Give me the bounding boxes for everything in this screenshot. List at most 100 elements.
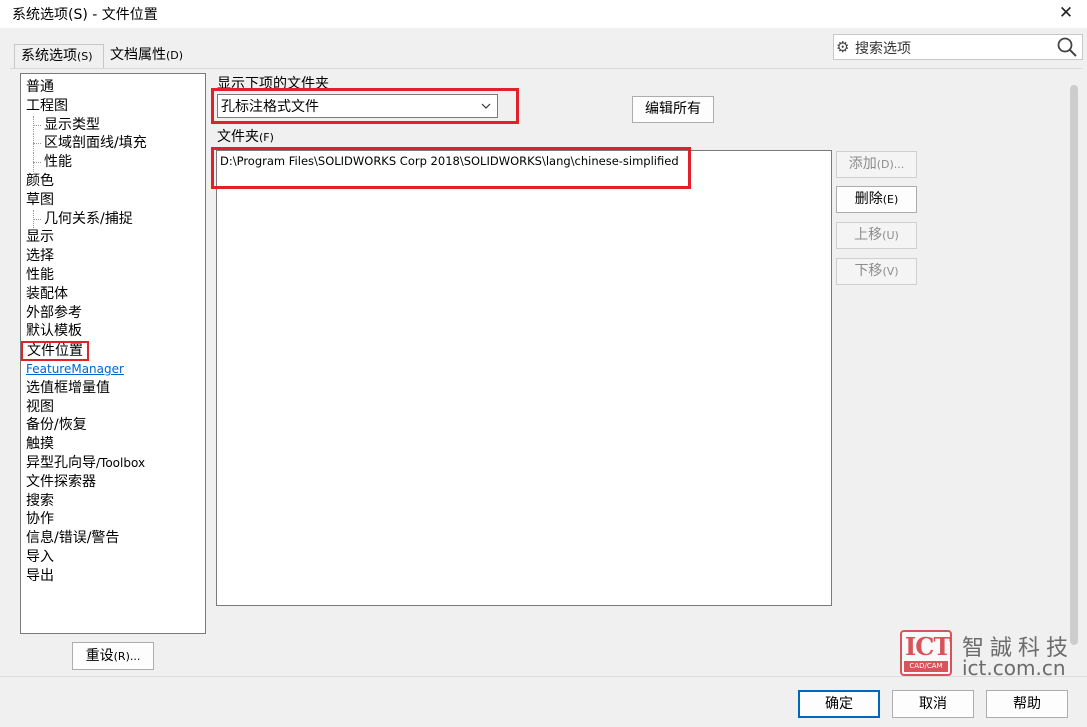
add-button[interactable]: 添加(D)...: [836, 151, 917, 178]
search-icon[interactable]: [1056, 36, 1078, 58]
tree-item[interactable]: 几何关系/捕捉: [21, 209, 205, 229]
tree-item[interactable]: 选值框增量值: [21, 379, 205, 398]
watermark: ICT CAD/CAM 智誠科技 ict.com.cn: [900, 628, 1080, 683]
search-placeholder: 搜索选项: [855, 41, 911, 57]
chevron-down-icon[interactable]: [478, 95, 494, 117]
reset-label: 重设: [85, 648, 114, 664]
edit-all-button[interactable]: 编辑所有: [632, 96, 714, 123]
tab-document-properties[interactable]: 文档属性(D): [104, 44, 190, 68]
tree-item-suffix: /Toolbox: [96, 455, 146, 470]
tree-item[interactable]: FeatureManager: [21, 360, 205, 379]
move-down-label: 下移: [854, 263, 883, 279]
tree-item-label: 颜色: [26, 172, 54, 189]
tree-item-label: 几何关系/捕捉: [44, 210, 133, 227]
tree-item-label: 导入: [26, 548, 54, 565]
close-icon[interactable]: ✕: [1055, 2, 1077, 24]
move-up-hotkey: (U): [882, 229, 899, 242]
folder-type-value: 孔标注格式文件: [221, 99, 319, 115]
tree-item[interactable]: 导入: [21, 548, 205, 567]
tree-item-label: 备份/恢复: [26, 417, 87, 434]
tree-item[interactable]: 导出: [21, 567, 205, 586]
tree-item[interactable]: 信息/错误/警告: [21, 529, 205, 548]
gear-icon[interactable]: ⚙: [836, 37, 854, 57]
tree-item[interactable]: 区域剖面线/填充: [21, 134, 205, 153]
tree-item[interactable]: 性能: [21, 153, 205, 172]
tree-item-label: 性能: [44, 154, 72, 171]
reset-hotkey: (R)...: [113, 650, 141, 663]
tree-item[interactable]: 普通: [21, 78, 205, 97]
tree-item[interactable]: 异型孔向导/Toolbox: [21, 454, 205, 473]
scrollbar-thumb[interactable]: [1070, 85, 1078, 645]
tab-label: 文档属性: [110, 47, 166, 63]
watermark-logo-text: ICT: [905, 632, 951, 661]
tree-item-label: 文件探索器: [26, 473, 96, 490]
move-down-button[interactable]: 下移(V): [836, 258, 917, 285]
tree-item[interactable]: 默认模板: [21, 322, 205, 341]
tree-item-label: 信息/错误/警告: [26, 530, 120, 547]
delete-hotkey: (E): [882, 193, 899, 206]
ok-button[interactable]: 确定: [798, 690, 880, 718]
tree-item[interactable]: 显示: [21, 228, 205, 247]
tree-item[interactable]: 性能: [21, 266, 205, 285]
tree-item-label: 工程图: [26, 97, 68, 114]
folder-hotkey: (F): [259, 131, 274, 144]
tab-system-options[interactable]: 系统选项(S): [14, 44, 104, 68]
tree-item[interactable]: 装配体: [21, 285, 205, 304]
tree-item-label: 普通: [26, 79, 54, 95]
tree-item[interactable]: 工程图: [21, 97, 205, 116]
tree-item-label: 选择: [26, 248, 54, 265]
folder-label-text: 文件夹: [217, 129, 259, 145]
delete-label: 删除: [854, 191, 883, 207]
help-button[interactable]: 帮助: [986, 690, 1068, 718]
tree-item-label: 区域剖面线/填充: [44, 135, 147, 152]
add-label: 添加: [848, 156, 877, 172]
tab-label: 系统选项: [21, 48, 77, 64]
watermark-logo: ICT CAD/CAM: [900, 630, 952, 676]
tree-item-label: 外部参考: [26, 304, 82, 321]
tree-item-label: 性能: [26, 266, 54, 283]
search-options-input[interactable]: ⚙ 搜索选项: [833, 34, 1083, 60]
move-up-button[interactable]: 上移(U): [836, 222, 917, 249]
tree-item[interactable]: 颜色: [21, 172, 205, 191]
tree-item-label: 触摸: [26, 436, 54, 453]
tree-item[interactable]: 显示类型: [21, 115, 205, 135]
window-title: 系统选项(S) - 文件位置: [12, 7, 158, 23]
tree-item[interactable]: 备份/恢复: [21, 416, 205, 435]
tree-item[interactable]: 文件探索器: [21, 473, 205, 492]
tree-item-label: 默认模板: [26, 323, 82, 340]
tree-item-label: 异型孔向导: [26, 454, 96, 471]
tree-item[interactable]: 外部参考: [21, 304, 205, 323]
folder-type-select[interactable]: 孔标注格式文件: [217, 94, 498, 118]
tree-item-label: 草图: [26, 191, 54, 208]
folder-list[interactable]: D:\Program Files\SOLIDWORKS Corp 2018\SO…: [216, 150, 832, 606]
tree-item-label: 装配体: [26, 285, 68, 302]
move-down-hotkey: (V): [882, 265, 899, 278]
tree-item[interactable]: 协作: [21, 510, 205, 529]
tab-hotkey: (S): [77, 50, 93, 63]
folder-highlight: [211, 147, 691, 189]
scrollbar[interactable]: [1066, 75, 1082, 673]
cancel-button[interactable]: 取消: [892, 690, 974, 718]
tree-item-label: 选值框增量值: [26, 379, 110, 396]
folder-label: 文件夹(F): [217, 126, 274, 146]
tree-item[interactable]: 草图: [21, 191, 205, 210]
tree-item-label: 文件位置: [21, 341, 89, 362]
tree-item-label: 显示类型: [44, 116, 100, 133]
options-tree[interactable]: 普通 工程图 显示类型 区域剖面线/填充 性能 颜色 草图 几何关系/捕捉 显示 选择 性能 装配体外…: [20, 73, 206, 634]
tree-item[interactable]: 文件位置: [21, 341, 205, 362]
add-hotkey: (D)...: [876, 158, 905, 171]
move-up-label: 上移: [854, 227, 883, 243]
tree-item-label: 导出: [26, 567, 54, 584]
tab-hotkey: (D): [166, 49, 184, 62]
tree-item[interactable]: 搜索: [21, 492, 205, 511]
tree-item[interactable]: 选择: [21, 247, 205, 266]
reset-button[interactable]: 重设(R)...: [72, 642, 154, 670]
title-bar: 系统选项(S) - 文件位置 ✕: [0, 0, 1087, 28]
tree-item-label: 视图: [26, 398, 54, 415]
tree-item-label: FeatureManager: [26, 361, 124, 376]
tree-item[interactable]: 触摸: [21, 435, 205, 454]
tree-item-label: 显示: [26, 229, 54, 246]
tree-item[interactable]: 视图: [21, 398, 205, 417]
tree-item-label: 协作: [26, 511, 54, 528]
delete-button[interactable]: 删除(E): [836, 186, 917, 213]
